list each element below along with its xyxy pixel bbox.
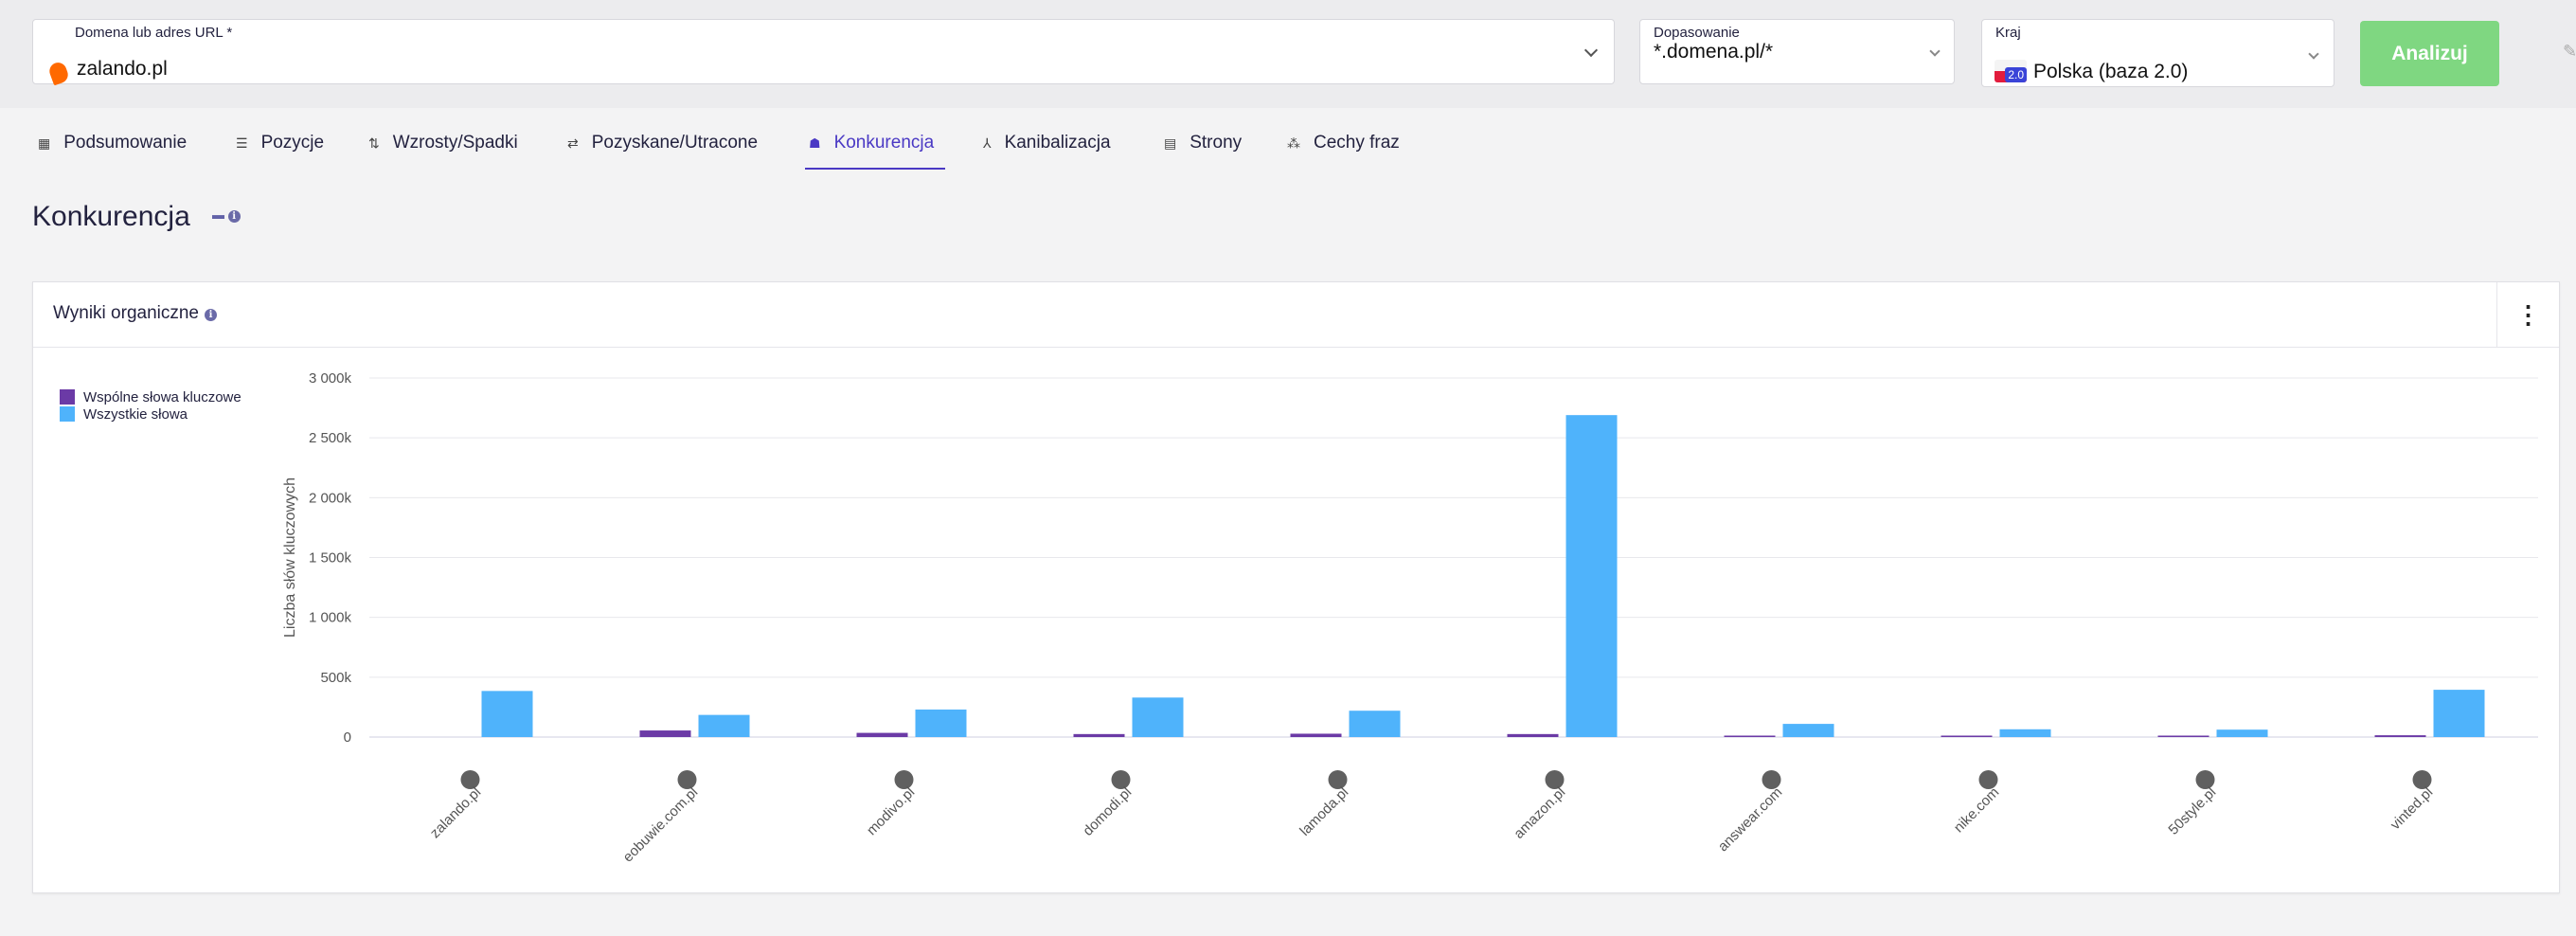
active-tab-indicator	[805, 168, 945, 170]
page-title: Konkurencja	[32, 201, 190, 232]
bar-all	[1132, 697, 1184, 737]
tab-strony[interactable]: ▤ Strony	[1164, 133, 1242, 153]
tab-label: Wzrosty/Spadki	[392, 133, 518, 153]
zalando-logo-icon	[46, 60, 71, 86]
bar-all	[698, 714, 750, 737]
bar-all	[2216, 729, 2268, 737]
x-tick-label: domodi.pl	[1080, 784, 1135, 839]
domain-field-label: Domena lub adres URL *	[75, 25, 233, 41]
tab-label: Konkurencja	[833, 133, 935, 153]
poland-flag-icon: 2.0	[1995, 60, 2027, 82]
x-tick-label: modivo.pl	[864, 784, 918, 838]
db-version-badge: 2.0	[2005, 67, 2027, 82]
bar-all	[915, 709, 967, 737]
x-tick-label: 50style.pl	[2165, 784, 2219, 838]
match-label: Dopasowanie	[1654, 25, 1740, 41]
shapes-icon: ⁂	[1287, 135, 1300, 151]
country-value: Polska (baza 2.0)	[2033, 61, 2189, 82]
tab-pozycje[interactable]: ☰ Pozycje	[236, 133, 324, 153]
bar-chart: 0 500k 1 000k 1 500k 2 000k 2 500k 3 000k Liczb…	[282, 370, 2538, 866]
bar-common	[1724, 735, 1776, 737]
match-value: *.domena.pl/*	[1654, 41, 1774, 63]
bar-all	[1782, 724, 1834, 737]
bar-common	[856, 732, 908, 737]
y-axis-label: Liczba słów kluczowych	[282, 477, 298, 638]
y-tick-label: 2 000k	[309, 490, 352, 506]
tab-label: Cechy fraz	[1314, 133, 1400, 153]
tab-konkurencja[interactable]: ☗ Konkurencja	[809, 133, 934, 153]
x-tick-label: eobuwie.com.pl	[620, 784, 702, 866]
bar-common	[1290, 733, 1342, 737]
y-tick-label: 1 500k	[309, 550, 352, 567]
bar-common	[1073, 733, 1125, 737]
pages-icon: ▤	[1164, 135, 1177, 151]
tab-label: Pozycje	[260, 133, 325, 153]
tab-label: Podsumowanie	[63, 133, 188, 153]
domain-input[interactable]: zalando.pl	[77, 58, 168, 81]
chevron-down-icon[interactable]	[1583, 43, 1599, 58]
split-icon: ⅄	[983, 135, 992, 151]
y-tick-label: 0	[344, 729, 351, 746]
tab-pozyskane-utracone[interactable]: ⇄ Pozyskane/Utracone	[567, 133, 758, 153]
y-tick-label: 3 000k	[309, 370, 352, 387]
bar-all	[481, 691, 533, 737]
tab-wzrosty-spadki[interactable]: ⇅ Wzrosty/Spadki	[368, 133, 518, 153]
domain-field[interactable]: Domena lub adres URL * zalando.pl	[32, 19, 1615, 86]
x-tick-label: nike.com	[1951, 784, 2002, 836]
bar-common	[639, 730, 691, 737]
swap-icon: ⇄	[567, 135, 579, 151]
title-icons: ▬ i	[212, 207, 241, 223]
bar-all	[1999, 729, 2051, 737]
people-icon: ☗	[809, 135, 821, 151]
y-tick-label: 2 500k	[309, 430, 352, 446]
chevron-down-icon[interactable]	[1929, 45, 1941, 57]
tab-kanibalizacja[interactable]: ⅄ Kanibalizacja	[983, 133, 1111, 153]
bar-common	[2374, 735, 2426, 737]
tab-cechy-fraz[interactable]: ⁂ Cechy fraz	[1287, 133, 1400, 153]
x-tick-label: answear.com	[1715, 784, 1786, 855]
analyze-button[interactable]: Analizuj	[2360, 21, 2499, 86]
country-select[interactable]: Kraj 2.0 Polska (baza 2.0)	[1981, 19, 2334, 87]
bar-all	[1349, 711, 1401, 737]
tab-label: Kanibalizacja	[1004, 133, 1111, 153]
info-icon[interactable]: i	[227, 210, 241, 223]
country-label: Kraj	[1995, 25, 2021, 41]
y-tick-label: 500k	[320, 670, 351, 686]
bar-all	[2433, 690, 2485, 737]
tab-podsumowanie[interactable]: ▦ Podsumowanie	[38, 133, 187, 153]
dashboard-icon: ▦	[38, 135, 51, 151]
bar-common	[2157, 735, 2209, 737]
x-tick-label: lamoda.pl	[1297, 784, 1351, 839]
chevron-down-icon[interactable]	[2308, 48, 2319, 60]
x-tick-label: amazon.pl	[1511, 784, 1568, 842]
x-tick-label: vinted.pl	[2388, 784, 2437, 834]
up-down-icon: ⇅	[368, 135, 380, 151]
x-tick-label: zalando.pl	[427, 784, 484, 841]
bar-common	[1507, 733, 1559, 737]
tab-label: Pozyskane/Utracone	[591, 133, 759, 153]
tab-label: Strony	[1190, 133, 1243, 153]
bar-common	[1941, 735, 1993, 737]
match-select[interactable]: Dopasowanie *.domena.pl/*	[1639, 19, 1955, 84]
calendar-icon[interactable]: ▬	[212, 207, 224, 222]
search-bar: Domena lub adres URL * zalando.pl Dopaso…	[0, 0, 2576, 108]
y-tick-label: 1 000k	[309, 610, 352, 626]
list-icon: ☰	[236, 135, 248, 151]
bar-all	[1565, 415, 1618, 737]
pin-icon[interactable]: ✎	[2563, 42, 2576, 62]
